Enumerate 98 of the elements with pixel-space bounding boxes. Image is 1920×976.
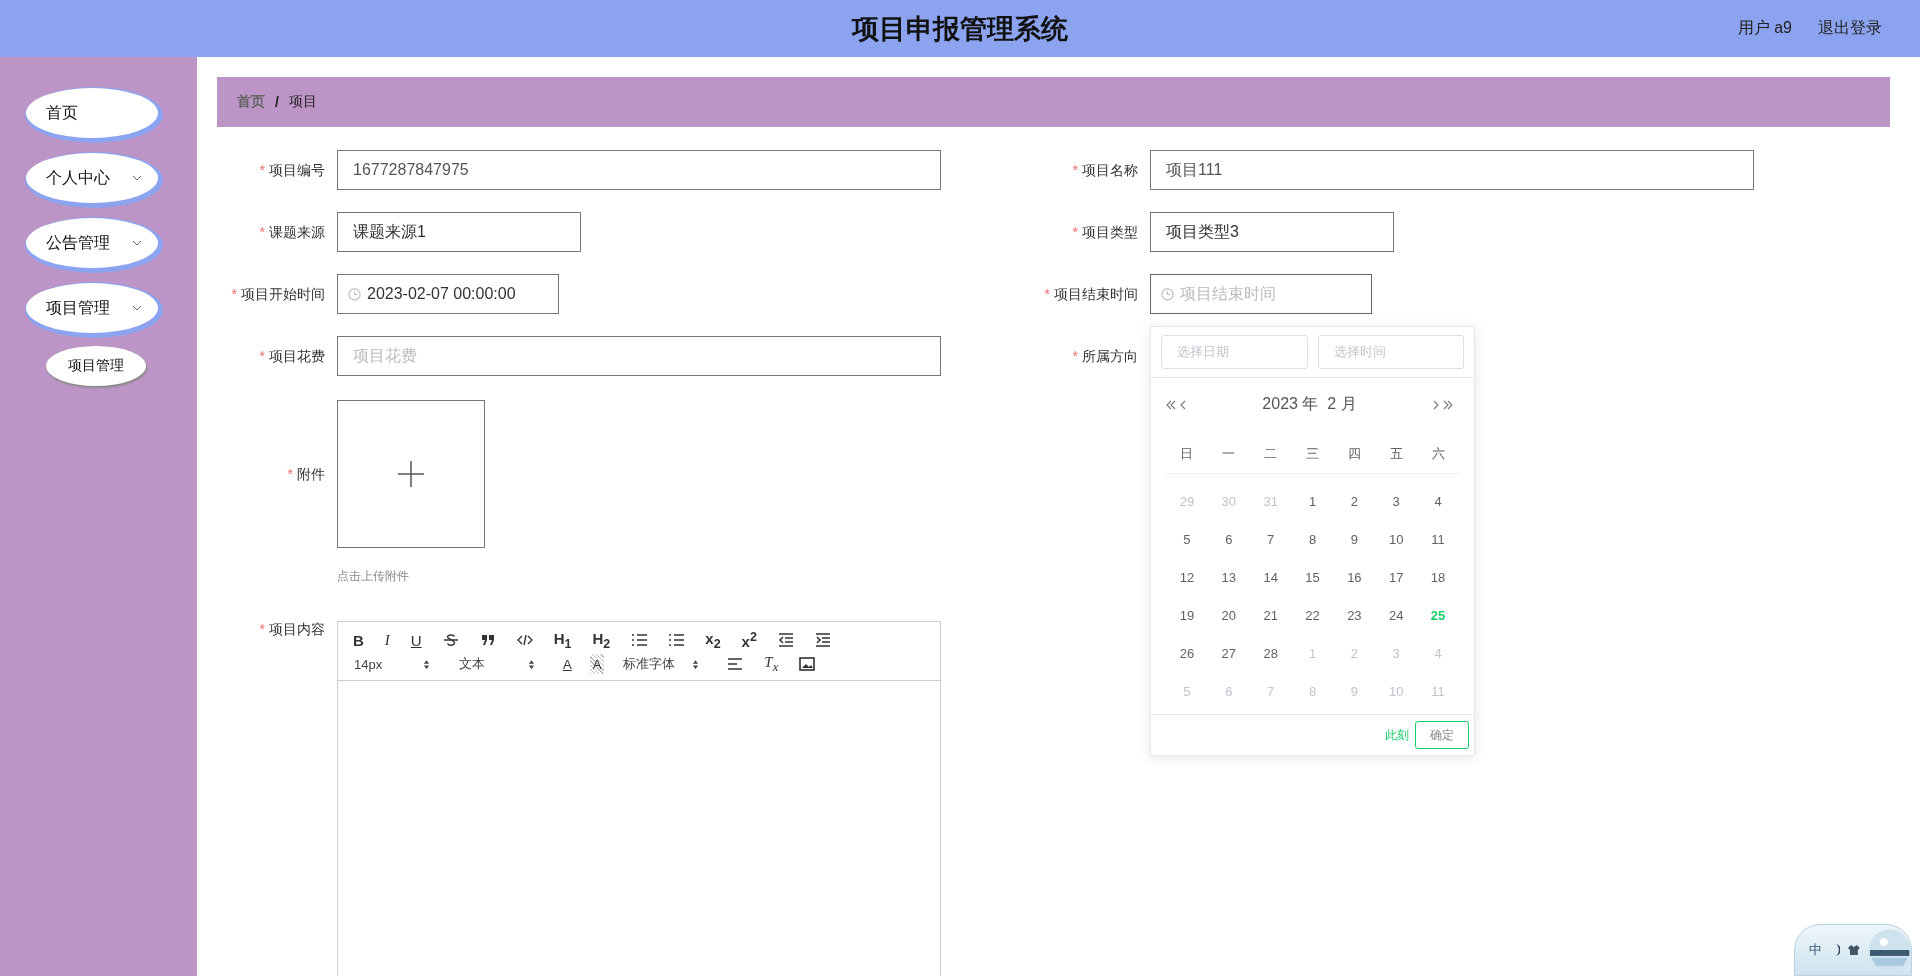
calendar-day[interactable]: 17: [1375, 569, 1418, 585]
calendar-day[interactable]: 27: [1207, 645, 1250, 661]
sort-icon: [423, 658, 430, 670]
underline-button[interactable]: U: [407, 630, 425, 650]
input-field[interactable]: 项目111: [1150, 150, 1754, 190]
sidebar-subitem[interactable]: 项目管理: [46, 346, 146, 386]
input-field[interactable]: 课题来源1: [337, 212, 581, 252]
calendar-day[interactable]: 22: [1291, 607, 1334, 623]
field-label: 项目花费: [269, 348, 325, 364]
script-button[interactable]: x$_{2}$: [702, 630, 724, 650]
script-button[interactable]: x$^{2}$: [738, 630, 760, 650]
field-label: 项目编号: [269, 162, 325, 178]
field-label: 所属方向: [1082, 348, 1138, 364]
heading-button[interactable]: H$_{2}$: [589, 630, 614, 650]
chevron-icon: [132, 175, 142, 181]
calendar-day[interactable]: 26: [1166, 645, 1208, 661]
calendar-day[interactable]: 28: [1249, 645, 1292, 661]
input-field[interactable]: 1677287847975: [337, 150, 941, 190]
required-mark: *: [1072, 162, 1078, 178]
breadcrumb-separator: /: [275, 94, 279, 110]
upload-hint: 点击上传附件: [337, 568, 410, 585]
previous-year-icon[interactable]: [1165, 399, 1177, 410]
required-mark: *: [1044, 286, 1050, 302]
date-field[interactable]: 2023-02-07 00:00:00: [337, 274, 559, 314]
weekday-label: 三: [1305, 445, 1320, 463]
clock-icon: [1161, 287, 1174, 301]
clock-icon: [348, 287, 361, 301]
calendar-day[interactable]: 2: [1333, 493, 1376, 509]
calendar-day[interactable]: 18: [1417, 569, 1459, 585]
user-name: 用户 a9: [1737, 18, 1792, 38]
next-month-icon[interactable]: [1432, 399, 1439, 410]
background-button[interactable]: A: [589, 654, 605, 674]
field-label: 课题来源: [269, 224, 325, 240]
upload-box[interactable]: [337, 400, 485, 548]
calendar-day[interactable]: 11: [1417, 531, 1459, 547]
required-mark: *: [259, 348, 265, 364]
next-year-icon[interactable]: [1442, 399, 1454, 410]
toolbar-dropdown[interactable]: 14px: [350, 656, 440, 672]
sort-icon: [692, 658, 700, 670]
weekday-label: 四: [1346, 445, 1362, 463]
input-mode-label: 中: [1809, 941, 1822, 959]
italic-button[interactable]: I: [381, 630, 393, 650]
input-field[interactable]: 项目类型3: [1150, 212, 1394, 252]
calendar-day[interactable]: 10: [1375, 531, 1418, 547]
required-mark: *: [259, 162, 265, 178]
field-label: 项目类型: [1082, 224, 1138, 240]
heading-button[interactable]: H$_{1}$: [550, 630, 575, 650]
calendar-day[interactable]: 12: [1166, 569, 1208, 585]
required-mark: *: [259, 224, 265, 240]
calendar-day[interactable]: 23: [1333, 607, 1376, 623]
chevron-icon: [132, 305, 142, 311]
calendar-day[interactable]: 4: [1417, 493, 1459, 509]
required-mark: *: [259, 621, 265, 637]
weekday-label: 二: [1263, 445, 1279, 463]
calendar-day[interactable]: 7: [1249, 531, 1292, 547]
calendar-day[interactable]: 3: [1375, 493, 1418, 509]
calendar-day[interactable]: 16: [1333, 569, 1376, 585]
calendar-day[interactable]: 19: [1166, 607, 1208, 623]
app-title: 项目申报管理系统: [852, 12, 1068, 46]
required-mark: *: [1072, 348, 1078, 364]
calendar-day[interactable]: 6: [1207, 531, 1250, 547]
required-mark: *: [287, 466, 293, 482]
calendar-day[interactable]: 8: [1291, 531, 1334, 547]
clean-button[interactable]: T$_{x}$: [761, 654, 782, 674]
previous-month-icon[interactable]: [1180, 399, 1187, 410]
weekday-label: 一: [1221, 445, 1237, 463]
color-button[interactable]: A: [560, 654, 575, 674]
confirm-button[interactable]: 确定: [1415, 721, 1469, 749]
weekday-label: 六: [1430, 445, 1446, 463]
calendar-day[interactable]: 5: [1166, 531, 1208, 547]
toolbar-dropdown[interactable]: 标准字体: [619, 655, 710, 673]
chevron-icon: [132, 240, 142, 246]
plus-icon: [398, 461, 424, 487]
bold-button[interactable]: B: [350, 630, 367, 650]
calendar-day[interactable]: 21: [1249, 607, 1292, 623]
required-mark: *: [231, 286, 237, 302]
month-title: 2023 年 2 月: [1262, 394, 1357, 414]
calendar-day[interactable]: 20: [1207, 607, 1250, 623]
calendar-day[interactable]: 15: [1291, 569, 1334, 585]
field-label: 附件: [297, 466, 325, 482]
calendar-day[interactable]: 13: [1207, 569, 1250, 585]
calendar-day[interactable]: 24: [1375, 607, 1418, 623]
sort-icon: [528, 658, 535, 670]
required-mark: *: [1072, 224, 1078, 240]
shirt-icon: [1847, 945, 1860, 955]
logout-link[interactable]: 退出登录: [1818, 18, 1882, 39]
field-label: 项目结束时间: [1054, 286, 1138, 302]
field-label: 项目开始时间: [241, 286, 325, 302]
calendar-day[interactable]: 9: [1333, 531, 1376, 547]
field-label: 项目内容: [269, 621, 325, 637]
toolbar-dropdown[interactable]: 文本: [455, 655, 545, 673]
calendar-day[interactable]: 1: [1291, 493, 1334, 509]
field-label: 项目名称: [1082, 162, 1138, 178]
weekday-label: 日: [1179, 445, 1195, 463]
weekday-label: 五: [1388, 445, 1404, 463]
breadcrumb-item[interactable]: 项目: [288, 93, 317, 111]
calendar-day[interactable]: 14: [1249, 569, 1292, 585]
ime-toolbar[interactable]: 中: [1794, 924, 1912, 976]
